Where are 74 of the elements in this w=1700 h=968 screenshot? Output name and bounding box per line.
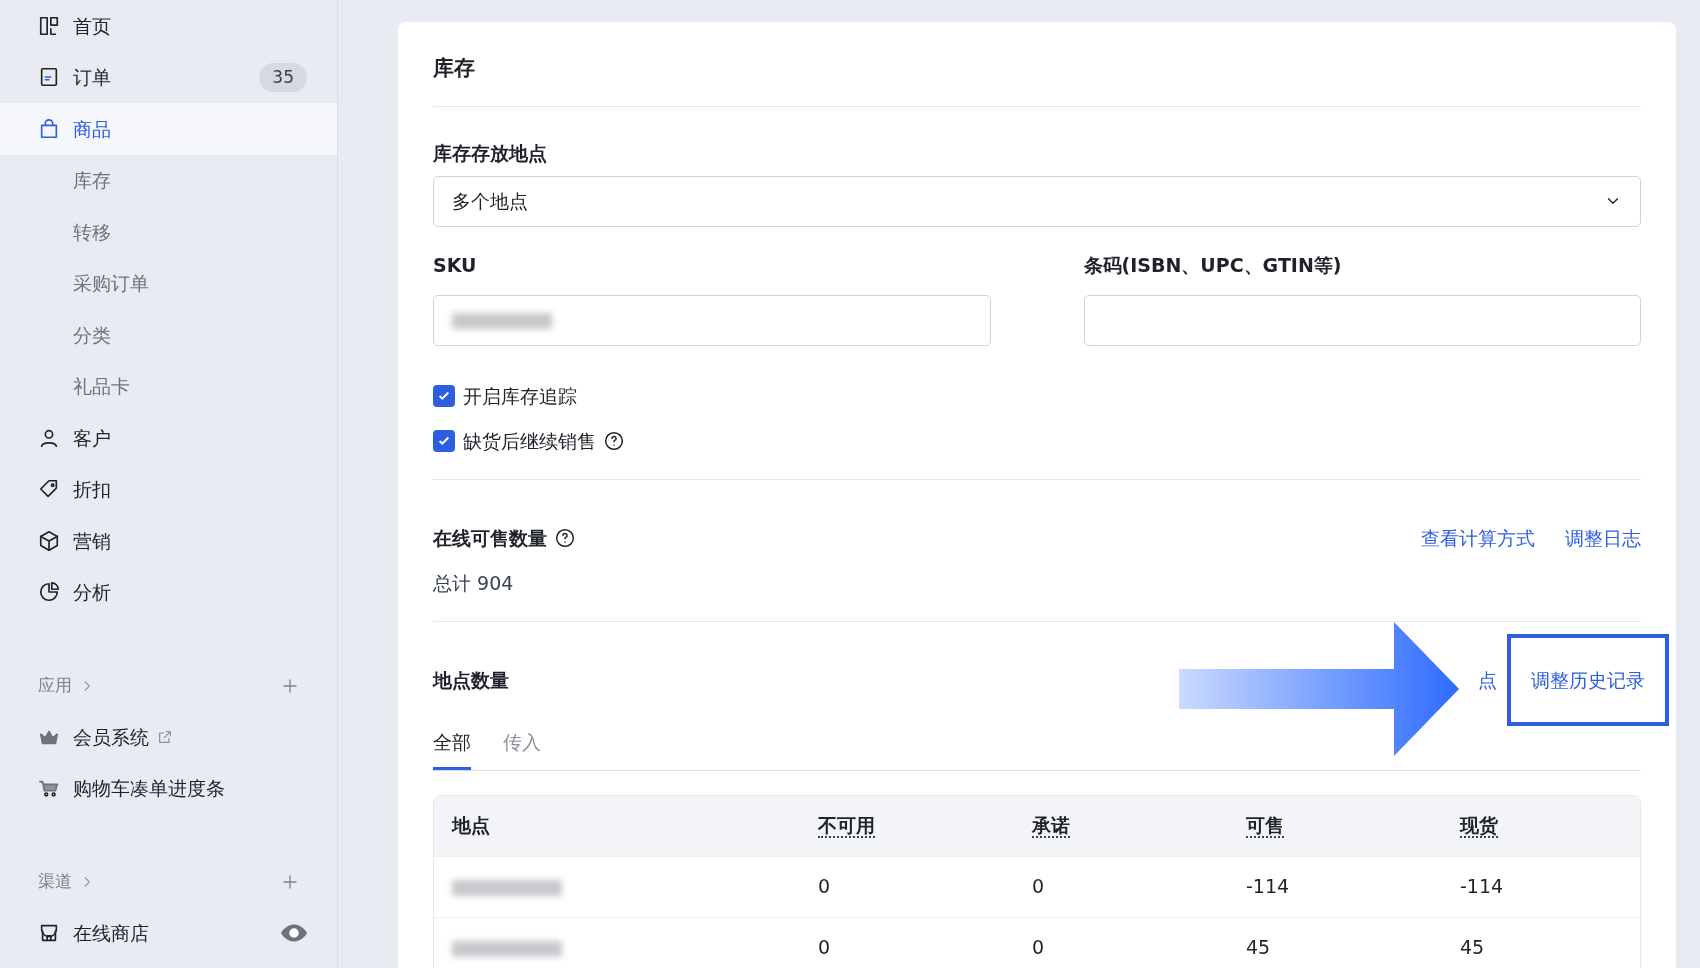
column-header: 承诺 xyxy=(1032,814,1070,839)
dashboard-icon xyxy=(38,14,60,37)
table-cell-text: 0 xyxy=(818,935,832,961)
sidebar-item[interactable]: 营销 xyxy=(0,515,337,567)
section-title[interactable]: 渠道 xyxy=(38,868,72,895)
field-label: 条码(ISBN、UPC、GTIN等) xyxy=(1083,252,1343,278)
column-header: 现货 xyxy=(1460,814,1498,839)
sidebar-item-label: 在线商店 xyxy=(73,920,149,946)
sidebar-item-label: 礼品卡 xyxy=(73,374,130,399)
location-select[interactable]: 多个地点 xyxy=(433,175,1641,227)
link[interactable]: 点 xyxy=(1478,665,1497,695)
sidebar-item-label: 客户 xyxy=(73,425,111,451)
sidebar-item-label: 购物车凑单进度条 xyxy=(73,776,225,801)
sidebar-item-label: 折扣 xyxy=(73,477,111,502)
plus-icon xyxy=(281,872,299,891)
column-header: 不可用 xyxy=(818,814,875,839)
sidebar-item-label: 采购订单 xyxy=(73,271,149,296)
tab[interactable]: 全部 xyxy=(433,728,471,770)
table-cell-text: 0 xyxy=(1032,874,1046,900)
sidebar-item-label: 商品 xyxy=(73,116,111,142)
table-cell-text: -114 xyxy=(1246,874,1291,900)
cube-icon xyxy=(38,529,60,552)
bag-icon xyxy=(38,117,60,140)
sidebar-item[interactable]: 会员系统 xyxy=(0,711,337,763)
sidebar-item[interactable]: 转移 xyxy=(0,206,337,258)
sidebar-item[interactable]: 在线商店 xyxy=(0,907,337,959)
checkbox-label: 缺货后继续销售 xyxy=(463,428,596,454)
sidebar-item[interactable]: 分析 xyxy=(0,566,337,618)
sidebar-item[interactable]: 首页 xyxy=(0,0,337,52)
document-icon xyxy=(38,66,60,89)
table-cell-text: 45 xyxy=(1460,935,1486,961)
link[interactable]: 调整日志 xyxy=(1565,524,1641,553)
help-icon xyxy=(555,528,575,549)
column-header: 地点 xyxy=(452,814,490,837)
sidebar-item-label: 转移 xyxy=(73,219,111,245)
link[interactable]: 调整历史记录 xyxy=(1507,633,1669,727)
plus-icon xyxy=(281,676,299,695)
sidebar-item-label: 首页 xyxy=(73,13,111,39)
sidebar-item-label: 订单 xyxy=(73,65,111,90)
section-title: 在线可售数量 xyxy=(433,526,547,551)
count-badge: 35 xyxy=(259,62,307,92)
pie-chart-icon xyxy=(38,581,60,604)
sidebar-item[interactable]: 库存 xyxy=(0,154,337,206)
sidebar-item[interactable]: 购物车凑单进度条 xyxy=(0,762,337,814)
sidebar-item[interactable]: 订单 35 xyxy=(0,51,337,103)
sidebar-item-label: 会员系统 xyxy=(73,724,149,750)
card-title: 库存 xyxy=(433,22,1641,107)
table-cell-text: 0 xyxy=(818,874,832,900)
sku-field[interactable] xyxy=(433,295,991,346)
section-title[interactable]: 应用 xyxy=(38,672,72,699)
barcode-field[interactable] xyxy=(1083,295,1641,346)
table-cell-text: 0 xyxy=(1032,935,1046,961)
column-header: 可售 xyxy=(1246,814,1284,839)
sidebar-item[interactable]: 分类 xyxy=(0,309,337,361)
sidebar-item-label: 分类 xyxy=(73,322,111,348)
table-cell-text: 45 xyxy=(1246,935,1272,961)
sidebar-item-label: 营销 xyxy=(73,528,111,554)
sidebar-item[interactable]: 折扣 xyxy=(0,463,337,515)
field-label: 库存存放地点 xyxy=(433,141,548,166)
checkbox-label: 开启库存追踪 xyxy=(463,384,577,409)
field-label: SKU xyxy=(433,252,478,278)
sidebar-item[interactable]: 客户 xyxy=(0,412,337,464)
link[interactable]: 查看计算方式 xyxy=(1421,524,1535,553)
sidebar-item[interactable]: 采购订单 xyxy=(0,257,337,309)
sidebar-item[interactable]: 商品 xyxy=(0,103,337,155)
total-count: 总计 904 xyxy=(433,570,515,596)
sidebar-item[interactable]: 礼品卡 xyxy=(0,360,337,412)
sidebar-item-label: 分析 xyxy=(73,580,111,605)
table-cell-text: -114 xyxy=(1460,874,1505,900)
checkbox[interactable] xyxy=(433,385,455,408)
tab[interactable]: 传入 xyxy=(503,728,541,770)
section-title: 地点数量 xyxy=(433,667,509,693)
sidebar-item-label: 库存 xyxy=(73,168,111,193)
checkbox[interactable] xyxy=(433,429,455,452)
